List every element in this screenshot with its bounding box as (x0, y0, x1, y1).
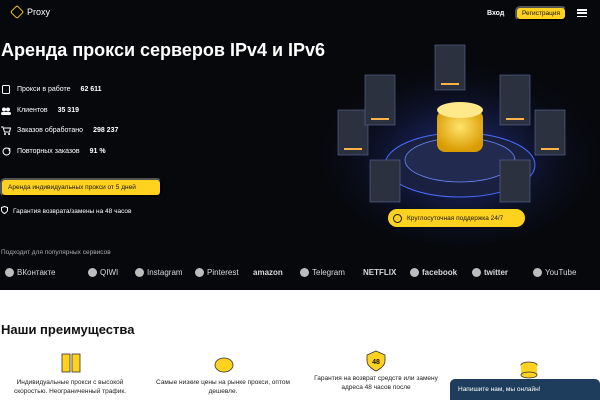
users-icon (1, 106, 11, 115)
page-title: Аренда прокси серверов IPv4 и IPv6 (1, 40, 326, 60)
headset-icon (393, 213, 402, 223)
popular-services-label: Подходит для популярных сервисов (1, 249, 111, 256)
login-link[interactable]: Вход (487, 10, 504, 17)
stat-label: Прокси в работе (17, 86, 71, 93)
server-rack-icon (60, 352, 82, 379)
stat-value: 91 % (89, 148, 106, 155)
stat-value: 62 611 (80, 86, 102, 93)
brand-youtube: YouTube (533, 263, 576, 281)
logo[interactable]: Proxy (9, 4, 51, 20)
site-header: Proxy Вход Регистрация (0, 0, 600, 28)
stat-value: 35 319 (57, 107, 79, 114)
logo-icon (9, 4, 25, 20)
stat-label: Заказов обработано (17, 127, 84, 134)
advantage-item: Самые низкие цены на рынке прокси, оптом… (156, 379, 290, 396)
facebook-icon (410, 267, 419, 277)
stat-orders: Заказов обработано 298 237 (1, 126, 118, 135)
support-badge[interactable]: Круглосуточная поддержка 24/7 (388, 209, 525, 227)
telegram-icon (300, 267, 309, 277)
repeat-icon (1, 147, 11, 156)
server-icon (1, 85, 11, 94)
hero-section: Proxy Вход Регистрация Аренда прокси сер… (0, 0, 600, 290)
brand-netflix: NETFLIX (363, 267, 397, 277)
brand-qiwi: QIWI (88, 263, 118, 281)
stat-repeat: Повторных заказов 91 % (1, 147, 106, 156)
cart-icon (1, 126, 11, 135)
chat-widget[interactable]: Напишите нам, мы онлайн! (450, 379, 600, 400)
shield-badge-text: 48 (372, 359, 380, 366)
advantage-item: Индивидуальные прокси с высокой скорость… (14, 379, 126, 396)
pinterest-icon (195, 267, 204, 277)
twitter-icon (472, 267, 481, 277)
youtube-icon (533, 267, 542, 277)
advantage-item: Гарантия на возврат средств или замену а… (314, 375, 438, 392)
brand-strip: ВКонтакте QIWI Instagram Pinterest amazo… (0, 263, 600, 281)
stat-value: 298 237 (93, 127, 119, 134)
brand-pinterest: Pinterest (195, 263, 239, 281)
rent-proxy-button[interactable]: Аренда индивидуальных прокси от 5 дней (0, 178, 162, 197)
brand-amazon: amazon (253, 267, 283, 277)
qiwi-icon (88, 267, 97, 277)
vk-icon (5, 267, 14, 277)
stat-proxies: Прокси в работе 62 611 (1, 85, 102, 94)
register-button[interactable]: Регистрация (515, 6, 567, 21)
guarantee-note: Гарантия возврата/замены на 48 часов (0, 205, 132, 216)
support-text: Круглосуточная поддержка 24/7 (407, 214, 504, 222)
stat-clients: Клиентов 35 319 (1, 106, 79, 115)
shield-48-icon: 48 (366, 350, 386, 377)
stat-label: Повторных заказов (17, 148, 80, 155)
brand-vk: ВКонтакте (5, 263, 56, 281)
guarantee-text: Гарантия возврата/замены на 48 часов (13, 207, 132, 215)
brand-facebook: facebook (410, 263, 457, 281)
instagram-icon (135, 267, 144, 277)
piggy-bank-icon (213, 354, 235, 379)
stat-label: Клиентов (17, 107, 48, 114)
advantages-title: Наши преимущества (1, 322, 135, 337)
brand-name: Proxy (27, 7, 51, 17)
shield-icon (0, 205, 8, 216)
menu-icon[interactable] (577, 9, 587, 17)
brand-twitter: twitter (472, 263, 508, 281)
brand-telegram: Telegram (300, 263, 345, 281)
brand-instagram: Instagram (135, 263, 183, 281)
